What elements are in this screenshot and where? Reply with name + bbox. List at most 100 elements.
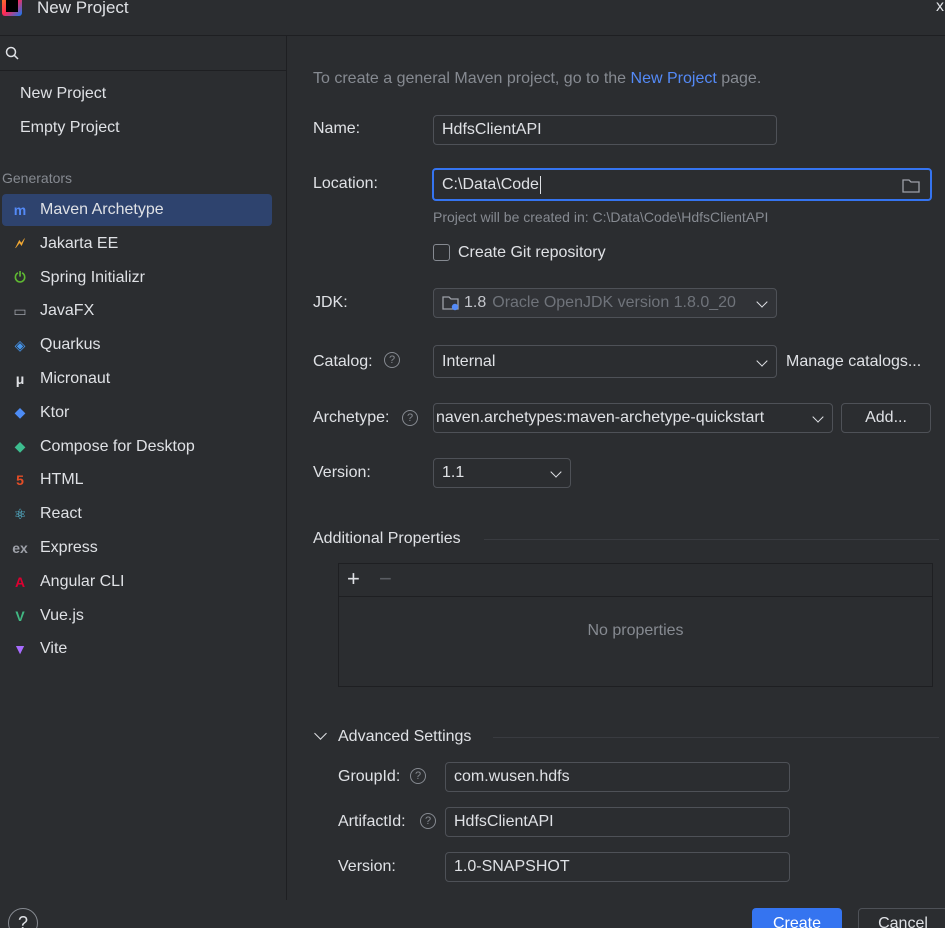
sidebar-item-ktor[interactable]: ◆ Ktor xyxy=(2,397,272,429)
sidebar-item-label: Vite xyxy=(40,640,68,658)
chevron-down-icon xyxy=(756,355,768,367)
help-button[interactable]: ? xyxy=(8,908,38,928)
new-project-link[interactable]: New Project xyxy=(631,70,717,87)
sidebar-item-compose[interactable]: ◆ Compose for Desktop xyxy=(2,431,272,463)
javafx-icon: ▭ xyxy=(13,302,27,319)
sidebar-item-javafx[interactable]: ▭ JavaFX xyxy=(2,295,272,327)
sidebar-item-angular[interactable]: A Angular CLI xyxy=(2,566,272,598)
archetype-select[interactable]: naven.archetypes:maven-archetype-quickst… xyxy=(433,403,833,433)
jdk-label: JDK: xyxy=(313,294,348,311)
sidebar-item-label: Angular CLI xyxy=(40,572,125,590)
jdk-detail: Oracle OpenJDK version 1.8.0_20 xyxy=(492,294,736,311)
sidebar-item-label: Spring Initializr xyxy=(40,268,145,286)
jakarta-icon: 🗲 xyxy=(15,235,25,252)
quarkus-icon: ◈ xyxy=(14,336,26,353)
help-icon[interactable]: ? xyxy=(402,410,418,426)
catalog-select[interactable]: Internal xyxy=(433,345,777,378)
git-checkbox[interactable] xyxy=(433,244,450,261)
advanced-settings-title[interactable]: Advanced Settings xyxy=(338,728,471,746)
sidebar-item-label: Maven Archetype xyxy=(40,201,164,218)
location-hint: Project will be created in: C:\Data\Code… xyxy=(433,209,769,225)
version-value: 1.1 xyxy=(442,464,465,481)
maven-archetype-form: To create a general Maven project, go to… xyxy=(288,36,945,900)
sidebar-item-quarkus[interactable]: ◈ Quarkus xyxy=(2,329,272,361)
groupid-field[interactable]: com.wusen.hdfs xyxy=(445,762,790,792)
sidebar-item-label: Ktor xyxy=(40,403,70,421)
sidebar-item-label: JavaFX xyxy=(40,302,95,320)
angular-icon: A xyxy=(14,573,26,590)
hint-prefix: To create a general Maven project, go to… xyxy=(313,70,631,87)
search-icon xyxy=(5,46,19,60)
dialog-footer: ? Create Cancel xyxy=(0,900,945,928)
sidebar-search-input[interactable] xyxy=(24,42,279,66)
version-select[interactable]: 1.1 xyxy=(433,458,571,488)
help-icon[interactable]: ? xyxy=(410,768,426,784)
chevron-down-icon xyxy=(550,466,562,478)
vue-icon: V xyxy=(15,607,25,624)
sidebar-item-maven[interactable]: m Maven Archetype xyxy=(2,194,272,226)
properties-table: + − No properties xyxy=(338,563,933,687)
hint-suffix: page. xyxy=(716,70,762,87)
sidebar-item-express[interactable]: ex Express xyxy=(2,532,272,564)
sidebar-item-jakarta[interactable]: 🗲 Jakarta EE xyxy=(2,228,272,260)
chevron-down-icon xyxy=(756,296,768,308)
additional-properties-title: Additional Properties xyxy=(313,530,461,547)
react-icon: ⚛ xyxy=(13,505,27,522)
advanced-version-value: 1.0-SNAPSHOT xyxy=(454,858,570,875)
groupid-value: com.wusen.hdfs xyxy=(454,768,570,785)
git-label[interactable]: Create Git repository xyxy=(458,244,606,262)
remove-property-icon[interactable]: − xyxy=(379,566,392,592)
html-icon: 5 xyxy=(16,472,24,489)
sidebar-item-label: Jakarta EE xyxy=(40,234,119,252)
properties-toolbar: + − xyxy=(339,564,932,597)
spring-icon: ⏻ xyxy=(14,269,26,286)
sidebar-item-micronaut[interactable]: μ Micronaut xyxy=(2,363,272,395)
advanced-version-label: Version: xyxy=(338,858,396,875)
artifactid-field[interactable]: HdfsClientAPI xyxy=(445,807,790,837)
chevron-down-icon xyxy=(812,411,824,423)
advanced-version-field[interactable]: 1.0-SNAPSHOT xyxy=(445,852,790,882)
location-field[interactable]: C:\Data\Code xyxy=(432,168,932,201)
create-button[interactable]: Create xyxy=(752,908,842,928)
express-icon: ex xyxy=(12,540,28,556)
jdk-version: 1.8 xyxy=(464,294,487,311)
chevron-down-icon[interactable] xyxy=(314,727,327,740)
cancel-button[interactable]: Cancel xyxy=(858,908,945,928)
sidebar-item-empty-project[interactable]: Empty Project xyxy=(2,112,272,144)
add-property-icon[interactable]: + xyxy=(347,566,360,592)
intellij-logo-icon xyxy=(2,0,22,16)
sidebar-item-new-project[interactable]: New Project xyxy=(2,78,272,110)
ktor-icon: ◆ xyxy=(14,404,26,421)
maven-hint: To create a general Maven project, go to… xyxy=(313,70,761,88)
sidebar-item-spring[interactable]: ⏻ Spring Initializr xyxy=(2,262,272,294)
sidebar-item-react[interactable]: ⚛ React xyxy=(2,498,272,530)
archetype-value: naven.archetypes:maven-archetype-quickst… xyxy=(436,409,765,426)
close-icon[interactable]: x xyxy=(936,0,944,16)
location-value: C:\Data\Code xyxy=(442,175,539,193)
name-field[interactable]: HdfsClientAPI xyxy=(433,115,777,145)
catalog-label: Catalog: xyxy=(313,353,373,370)
sidebar-item-vue[interactable]: V Vue.js xyxy=(2,600,272,632)
help-icon[interactable]: ? xyxy=(420,813,436,829)
sidebar-search xyxy=(0,36,287,71)
sidebar-item-label: Quarkus xyxy=(40,336,101,354)
maven-icon: m xyxy=(13,202,27,218)
sidebar-item-label: Vue.js xyxy=(40,606,84,624)
artifactid-value: HdfsClientAPI xyxy=(454,813,554,830)
artifactid-label: ArtifactId: xyxy=(338,813,406,830)
sidebar-item-html[interactable]: 5 HTML xyxy=(2,464,272,496)
sidebar-item-label: React xyxy=(40,505,82,523)
location-label: Location: xyxy=(313,175,378,192)
version-label: Version: xyxy=(313,464,371,481)
sidebar-item-label: Compose for Desktop xyxy=(40,437,195,455)
sidebar-item-vite[interactable]: ▼ Vite xyxy=(2,633,272,665)
generators-header: Generators xyxy=(2,170,73,186)
sidebar-item-label: HTML xyxy=(40,471,84,489)
title-bar: New Project x xyxy=(0,0,945,22)
add-archetype-button[interactable]: Add... xyxy=(841,403,931,433)
help-icon[interactable]: ? xyxy=(384,352,400,368)
catalog-value: Internal xyxy=(442,352,496,370)
folder-icon[interactable] xyxy=(902,178,920,193)
manage-catalogs-link[interactable]: Manage catalogs... xyxy=(786,353,921,371)
jdk-select[interactable]: 1.8 Oracle OpenJDK version 1.8.0_20 xyxy=(433,288,777,318)
